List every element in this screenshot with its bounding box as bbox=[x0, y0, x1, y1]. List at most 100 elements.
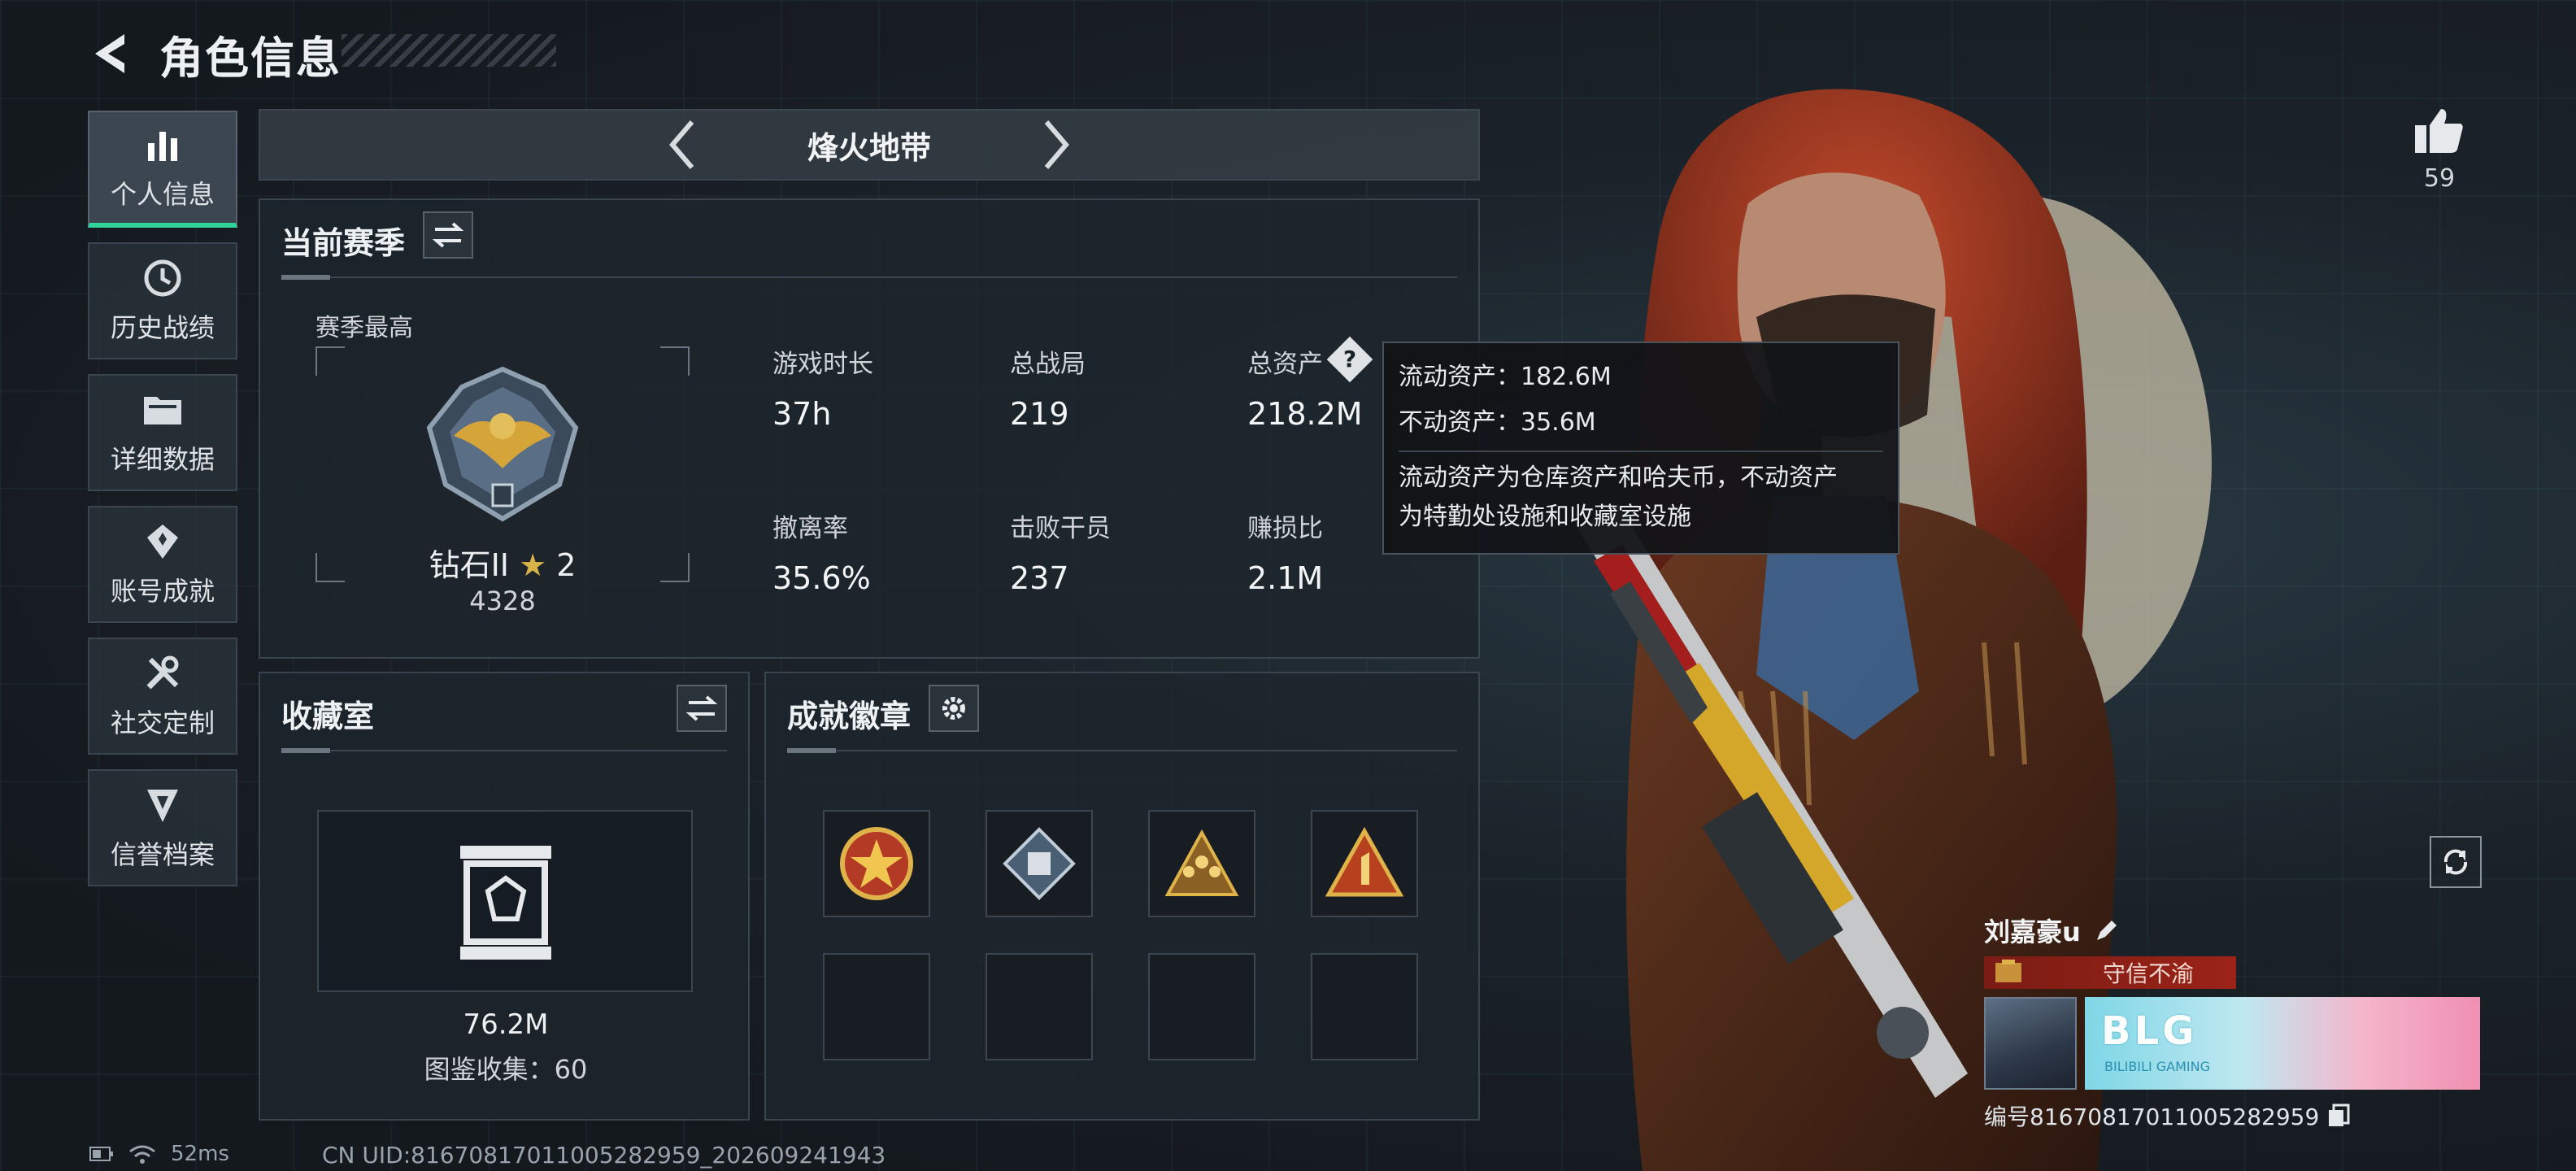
collection-value: 76.2M bbox=[463, 1008, 549, 1041]
badge-slot-empty[interactable] bbox=[1148, 953, 1255, 1060]
badge-slot-empty[interactable] bbox=[986, 953, 1093, 1060]
history-icon bbox=[141, 257, 184, 299]
tooltip-liquid-assets: 流动资产：182.6M bbox=[1399, 363, 1612, 391]
badge-slot[interactable] bbox=[823, 810, 930, 917]
badge-slot-empty[interactable] bbox=[823, 953, 930, 1060]
sidebar-item-label: 账号成就 bbox=[110, 576, 215, 607]
star-medal-icon bbox=[840, 827, 913, 900]
stat-value: 219 bbox=[1010, 396, 1069, 432]
shield-icon bbox=[141, 784, 184, 826]
badge-slot[interactable] bbox=[1311, 810, 1418, 917]
sidebar-item-label: 社交定制 bbox=[110, 707, 215, 738]
wifi-icon bbox=[129, 1145, 155, 1164]
sidebar-item-detailed-data[interactable]: 详细数据 bbox=[88, 374, 237, 491]
battery-icon bbox=[89, 1147, 113, 1161]
tooltip-desc-line1: 流动资产为仓库资产和哈夫币，不动资产 bbox=[1399, 464, 1838, 492]
assets-tooltip: 流动资产：182.6M 不动资产：35.6M 流动资产为仓库资产和哈夫币，不动资… bbox=[1382, 342, 1899, 555]
season-switch-button[interactable] bbox=[423, 211, 473, 259]
badge-panel: 成就徽章 bbox=[764, 672, 1480, 1121]
badge-slot[interactable] bbox=[1148, 810, 1255, 917]
page-title: 角色信息 bbox=[159, 32, 342, 84]
sidebar-item-social-custom[interactable]: 社交定制 bbox=[88, 638, 237, 755]
stat-label: 击败干员 bbox=[1010, 514, 1111, 543]
sidebar-item-label: 信誉档案 bbox=[110, 839, 215, 870]
like-button[interactable]: 59 bbox=[2407, 106, 2472, 193]
folder-icon bbox=[141, 389, 184, 431]
star-icon: ★ bbox=[519, 547, 547, 583]
refresh-button[interactable] bbox=[2430, 836, 2482, 888]
tooltip-desc-line2: 为特勤处设施和收藏室设施 bbox=[1399, 503, 1691, 531]
collection-count: 图鉴收集：60 bbox=[424, 1054, 588, 1085]
season-panel: 当前赛季 赛季最高 钻石II ★ 2 4328 游戏时长 37h 总战局 219… bbox=[259, 198, 1480, 659]
collection-switch-button[interactable] bbox=[677, 685, 727, 732]
mode-next-button[interactable] bbox=[1024, 112, 1089, 177]
badge-slot[interactable] bbox=[986, 810, 1093, 917]
stat-value: 37h bbox=[772, 396, 832, 432]
season-title: 当前赛季 bbox=[281, 225, 406, 261]
title-emblem-icon bbox=[1995, 960, 2021, 982]
sidebar-item-credit-record[interactable]: 信誉档案 bbox=[88, 769, 237, 886]
help-icon[interactable]: ? bbox=[1326, 336, 1373, 383]
badge-slot-empty[interactable] bbox=[1311, 953, 1418, 1060]
sidebar-item-label: 历史战绩 bbox=[110, 312, 215, 343]
edit-icon[interactable] bbox=[2094, 917, 2120, 943]
player-title-bar: 守信不渝 bbox=[1984, 956, 2236, 989]
stat-profit-ratio: 赚损比 2.1M bbox=[1247, 507, 1323, 596]
tooltip-divider bbox=[1399, 451, 1883, 452]
team-banner[interactable]: BLG BILIBILI GAMING bbox=[2085, 997, 2480, 1090]
panel-divider bbox=[281, 748, 727, 753]
ping: 52ms bbox=[171, 1142, 229, 1166]
badge-title: 成就徽章 bbox=[787, 699, 912, 734]
mode-selector: 烽火地带 bbox=[259, 109, 1480, 181]
badge-settings-button[interactable] bbox=[929, 685, 979, 732]
status-bar: 52ms bbox=[89, 1142, 229, 1166]
stat-value: 218.2M bbox=[1247, 396, 1363, 432]
player-id: 编号8167081701100528​2959 bbox=[1984, 1104, 2320, 1130]
stat-value: 35.6% bbox=[772, 560, 871, 596]
sidebar-item-label: 个人信息 bbox=[110, 179, 215, 210]
stat-kills: 击败干员 237 bbox=[1010, 507, 1111, 596]
rank-title: 钻石II bbox=[429, 547, 509, 583]
rank-name: 钻石II ★ 2 bbox=[315, 540, 690, 585]
sidebar-item-personal-info[interactable]: 个人信息 bbox=[88, 111, 237, 228]
avatar[interactable] bbox=[1984, 997, 2077, 1090]
display-case-icon bbox=[460, 846, 551, 960]
panel-divider bbox=[787, 748, 1457, 753]
stat-play-time: 游戏时长 37h bbox=[772, 343, 873, 432]
panel-divider bbox=[281, 275, 1457, 280]
banner-subtitle: BILIBILI GAMING bbox=[2104, 1059, 2210, 1074]
mode-prev-button[interactable] bbox=[650, 112, 715, 177]
stat-total-matches: 总战局 219 bbox=[1010, 343, 1086, 432]
achievement-icon bbox=[141, 520, 184, 563]
sidebar-item-label: 详细数据 bbox=[110, 444, 215, 475]
stat-value: 237 bbox=[1010, 560, 1069, 596]
player-id-row: 编号8167081701100528​2959 bbox=[1984, 1099, 2480, 1132]
collection-panel[interactable]: 收藏室 76.2M 图鉴收集：60 bbox=[259, 672, 750, 1121]
soldiers-badge-icon bbox=[1164, 829, 1239, 896]
back-button[interactable] bbox=[81, 25, 138, 82]
rank-score: 4328 bbox=[469, 586, 536, 616]
banner-logo-text: BLG bbox=[2101, 1008, 2198, 1054]
title-decoration bbox=[342, 34, 556, 67]
copy-icon[interactable] bbox=[2327, 1104, 2350, 1128]
rank-stars: 2 bbox=[556, 547, 577, 583]
bar-chart-icon bbox=[141, 124, 184, 166]
stat-extract-rate: 撤离率 35.6% bbox=[772, 507, 871, 596]
rank-emblem-icon bbox=[426, 366, 579, 522]
mode-name: 烽火地带 bbox=[807, 129, 931, 166]
player-name: 刘嘉豪u bbox=[1984, 916, 2081, 947]
uid-text: CN UID:8167081701100528​2959_20260924194… bbox=[322, 1142, 886, 1169]
refresh-icon bbox=[2443, 849, 2468, 875]
sidebar-item-match-history[interactable]: 历史战绩 bbox=[88, 242, 237, 359]
sidebar-item-achievements[interactable]: 账号成就 bbox=[88, 506, 237, 623]
collection-preview bbox=[317, 810, 693, 992]
swap-icon bbox=[685, 695, 718, 721]
number-one-badge-icon bbox=[1325, 826, 1403, 897]
sidebar: 个人信息 历史战绩 详细数据 账号成就 社交定制 信誉档案 bbox=[88, 111, 237, 901]
banner-row: BLG BILIBILI GAMING bbox=[1984, 997, 2480, 1090]
swap-icon bbox=[432, 222, 464, 248]
player-card: 刘嘉豪u 守信不渝 BLG BILIBILI GAMING 编号81670817… bbox=[1984, 911, 2480, 1132]
header: 角色信息 bbox=[81, 23, 342, 85]
player-name-row: 刘嘉豪u bbox=[1984, 911, 2480, 950]
stat-value: 2.1M bbox=[1247, 560, 1324, 596]
